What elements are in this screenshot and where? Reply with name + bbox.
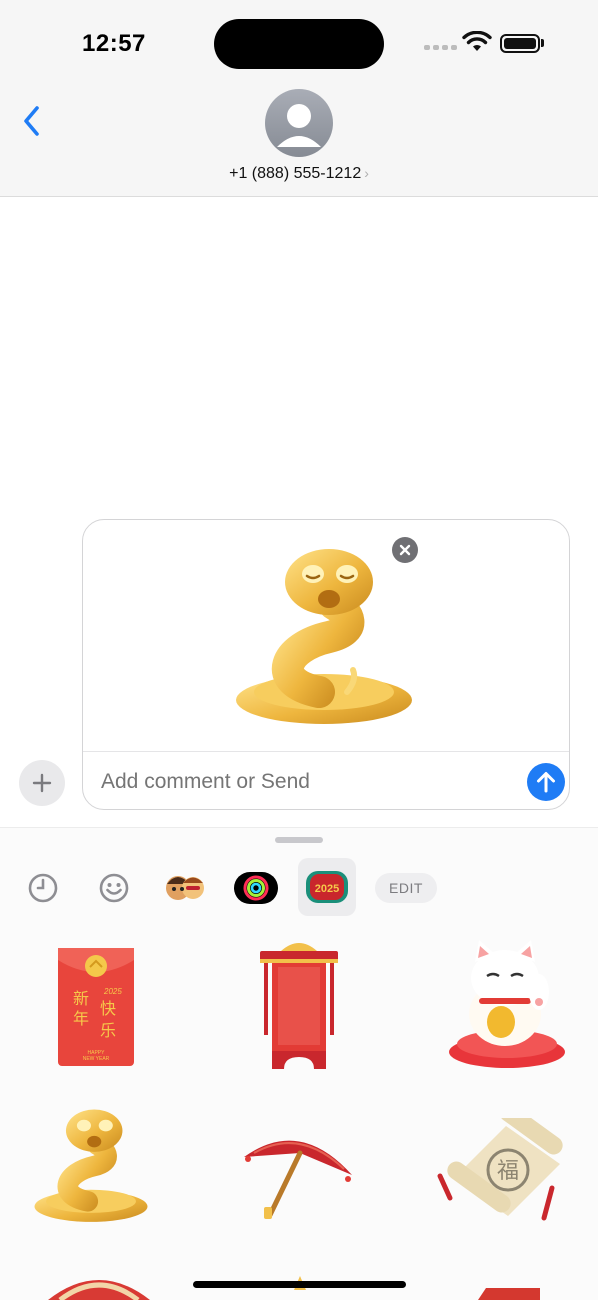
contact-number: +1 (888) 555-1212: [229, 165, 362, 182]
tab-badge-label: 2025: [315, 883, 339, 895]
remove-attachment-button[interactable]: [392, 537, 418, 563]
red-banner-sticker[interactable]: [256, 937, 342, 1077]
plus-icon: [32, 773, 52, 793]
status-time: 12:57: [82, 30, 146, 57]
tab-sticker-pack-2025[interactable]: 2025: [298, 858, 356, 916]
compose-field[interactable]: [82, 519, 570, 810]
envelope-char-3: 年: [73, 1009, 89, 1028]
conversation-header: 12:57 +1 (888) 555-1212 ›: [0, 0, 598, 197]
sticker-pack-2025-icon: 2025: [306, 871, 348, 903]
edit-button[interactable]: EDIT: [375, 873, 437, 903]
activity-rings-icon[interactable]: [234, 872, 278, 904]
apps-plus-button[interactable]: [19, 760, 65, 806]
clock-icon[interactable]: [27, 872, 59, 904]
memoji-icon[interactable]: [163, 870, 207, 904]
message-input[interactable]: [101, 770, 501, 794]
back-button[interactable]: [18, 104, 48, 138]
lucky-cat-sticker[interactable]: [443, 940, 571, 1072]
drawer-grabber[interactable]: [275, 837, 323, 843]
battery-icon: [500, 34, 540, 53]
envelope-year: 2025: [103, 987, 122, 996]
close-icon: [399, 544, 411, 556]
envelope-char-1: 新: [73, 989, 89, 1008]
smiley-icon[interactable]: [98, 872, 130, 904]
wifi-icon: [462, 31, 492, 51]
person-silhouette-icon: [277, 104, 321, 147]
lantern-top-sticker[interactable]: [290, 1276, 310, 1300]
golden-snake-sticker-preview: [236, 549, 412, 724]
envelope-char-2: 快: [100, 999, 116, 1018]
dynamic-island: [214, 19, 384, 69]
scroll-fu-sticker[interactable]: 福: [436, 1118, 570, 1226]
red-envelope-sticker[interactable]: 新 快 年 乐 2025 HAPPY NEW YEAR: [52, 944, 138, 1070]
envelope-char-4: 乐: [100, 1021, 116, 1040]
contact-name-button[interactable]: +1 (888) 555-1212 ›: [0, 165, 598, 183]
arrow-up-icon: [537, 772, 555, 793]
cellular-signal-icon: [424, 45, 457, 50]
scroll-seal-char: 福: [497, 1159, 519, 1184]
chevron-right-icon: ›: [364, 165, 369, 181]
envelope-caption-2: NEW YEAR: [83, 1056, 110, 1062]
red-box-sticker[interactable]: [478, 1286, 540, 1300]
contact-avatar[interactable]: [265, 89, 333, 157]
paper-umbrella-sticker[interactable]: [240, 1123, 356, 1223]
golden-snake-sticker[interactable]: [30, 1105, 152, 1227]
chevron-left-icon: [24, 106, 39, 136]
send-button[interactable]: [527, 763, 565, 801]
home-indicator[interactable]: [193, 1281, 406, 1288]
folding-fan-sticker[interactable]: [46, 1272, 152, 1300]
